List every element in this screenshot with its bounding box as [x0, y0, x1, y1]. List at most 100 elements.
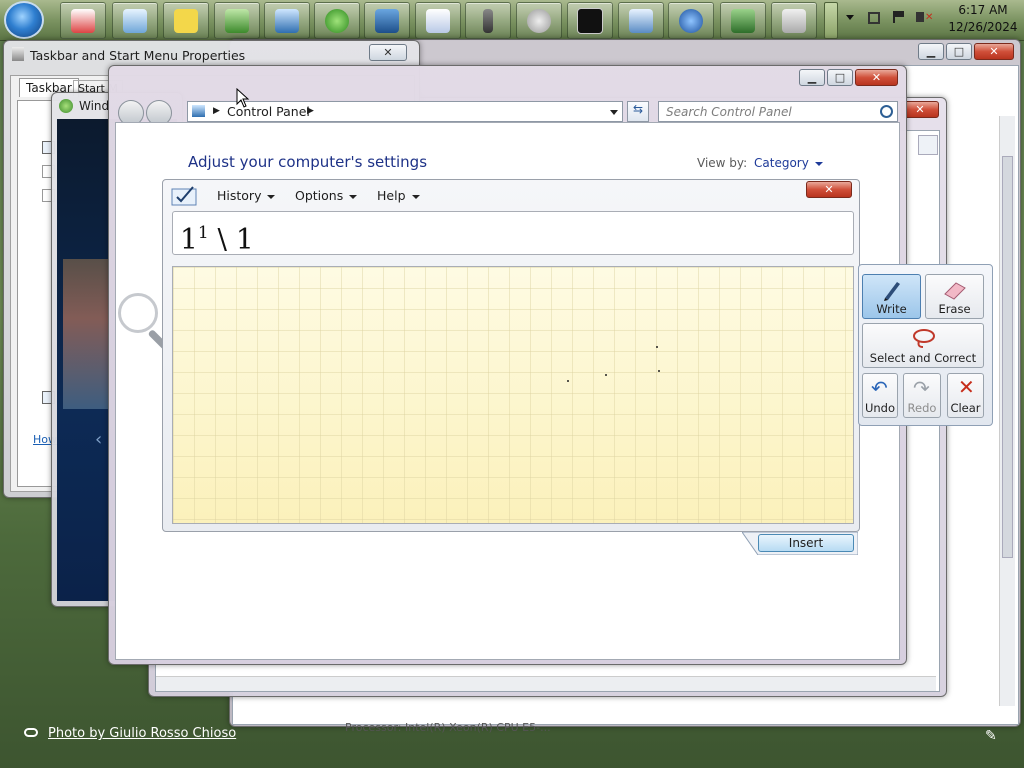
ink-stroke: [656, 346, 658, 348]
taskbar-app-help-support[interactable]: [668, 2, 714, 39]
erase-label: Erase: [938, 302, 971, 316]
undo-icon: ↶: [871, 376, 888, 400]
write-label: Write: [876, 302, 907, 316]
clock-date: 12/26/2024: [948, 20, 1018, 34]
network-icon: [225, 8, 249, 33]
refresh-button[interactable]: ⇆: [627, 101, 649, 122]
help-caret-icon: [411, 194, 420, 199]
taskbar-app-computer[interactable]: [364, 2, 410, 39]
taskbar-app-notes[interactable]: [112, 2, 158, 39]
expr-base: 1: [180, 222, 198, 256]
monitor-icon: [731, 8, 755, 33]
options-menu[interactable]: Options: [295, 188, 358, 203]
cp-close-button[interactable]: ✕: [855, 69, 898, 86]
pen-edit-icon[interactable]: ✎: [985, 728, 997, 744]
magnifier-icon[interactable]: [118, 293, 158, 333]
math-expression: 11 \ 1: [180, 215, 254, 257]
system-scroll-thumb[interactable]: [1002, 156, 1013, 558]
taskbar-app-network[interactable]: [214, 2, 260, 39]
page-heading: Adjust your computer's settings: [188, 153, 428, 171]
expr-superscript: 1: [197, 223, 209, 243]
taskbar-properties-app-icon: [12, 47, 24, 61]
notepad-icon: [123, 8, 147, 33]
view-by-dropdown[interactable]: Category: [754, 156, 823, 170]
view-by-label: View by:: [697, 156, 748, 170]
address-bar[interactable]: ▶ Control Panel ▶: [187, 101, 623, 122]
taskbar-app-monitor[interactable]: [720, 2, 766, 39]
search-placeholder: Search Control Panel: [666, 105, 792, 119]
undo-label: Undo: [864, 401, 896, 415]
system-clock[interactable]: 6:17 AM 12/26/2024: [948, 2, 1018, 36]
search-box[interactable]: Search Control Panel: [658, 101, 898, 122]
insert-tab: Insert: [742, 532, 858, 555]
ink-stroke: [567, 380, 569, 382]
taskbar-app-sound[interactable]: [516, 2, 562, 39]
action-center-flag-icon[interactable]: [893, 11, 905, 23]
select-and-correct-button[interactable]: Select and Correct: [862, 323, 984, 368]
refresh-icon: ⇆: [632, 102, 644, 116]
ink-stroke: [658, 370, 660, 372]
options-caret-icon: [349, 194, 358, 199]
options-menu-label: Options: [295, 188, 344, 203]
windows-back-arrow-icon[interactable]: ‹: [95, 429, 102, 450]
writing-area[interactable]: [172, 266, 854, 524]
taskbar-app-help[interactable]: [163, 2, 209, 39]
redo-label: Redo: [907, 401, 937, 415]
breadcrumb-next-arrow-icon[interactable]: ▶: [307, 106, 314, 116]
taskbar-app-chemistry[interactable]: [60, 2, 106, 39]
view-by-dropdown-caret-icon: [814, 161, 823, 166]
taskbar-app-control-panel[interactable]: [264, 2, 310, 39]
taskbar-scroll-control[interactable]: [824, 2, 838, 39]
address-history-dropdown-icon[interactable]: [610, 110, 618, 115]
clock-time: 6:17 AM: [958, 3, 1008, 17]
flask-icon: [71, 8, 95, 33]
back-horizontal-scrollbar[interactable]: [156, 676, 936, 691]
command-prompt-icon: [577, 7, 603, 34]
server-icon: [782, 8, 806, 33]
taskbar-app-server[interactable]: [771, 2, 817, 39]
math-input-app-icon: [171, 183, 199, 207]
taskbar-app-wordpad[interactable]: [415, 2, 461, 39]
taskbar-app-sync[interactable]: [314, 2, 360, 39]
math-input-panel: History Options Help ✕ 11 \ 1: [162, 179, 860, 532]
write-button[interactable]: Write: [862, 274, 921, 319]
erase-button[interactable]: Erase: [925, 274, 984, 319]
volume-muted-icon[interactable]: [916, 12, 924, 22]
math-input-close-button[interactable]: ✕: [806, 181, 852, 198]
insert-button[interactable]: Insert: [758, 534, 854, 552]
taskbar-properties-close-button[interactable]: ✕: [369, 44, 407, 61]
history-caret-icon: [267, 194, 276, 199]
undo-button[interactable]: ↶ Undo: [862, 373, 898, 418]
system-maximize-button[interactable]: □: [946, 43, 972, 60]
eraser-icon: [944, 282, 966, 300]
network-tray-icon[interactable]: [868, 12, 880, 24]
start-button[interactable]: [4, 1, 44, 39]
system-close-button[interactable]: ✕: [974, 43, 1014, 60]
cp-minimize-button[interactable]: ▁: [799, 69, 825, 86]
math-tool-panel: Write Erase Select and Correct ↶ Undo ↷ …: [858, 264, 993, 426]
photo-credit-link[interactable]: Photo by Giulio Rosso Chioso: [48, 726, 236, 741]
system-minimize-button[interactable]: ▁: [918, 43, 944, 60]
computer-icon: [375, 8, 399, 33]
wordpad-icon: [426, 8, 450, 33]
show-hidden-icons-chevron-icon[interactable]: [846, 15, 854, 20]
help-menu[interactable]: Help: [377, 188, 420, 203]
back-search-icon[interactable]: [918, 135, 938, 155]
breadcrumb-arrow-icon[interactable]: ▶: [213, 106, 220, 116]
taskbar-app-microphone[interactable]: [465, 2, 511, 39]
taskbar-properties-title: Taskbar and Start Menu Properties: [30, 48, 246, 63]
taskbar-app-tablet[interactable]: [618, 2, 664, 39]
system-processor-text: Processor: Intel(R) Xeon(R) CPU E5-...: [345, 721, 551, 734]
system-scrollbar[interactable]: [999, 116, 1015, 706]
redo-button[interactable]: ↷ Redo: [903, 373, 941, 418]
search-icon[interactable]: [880, 105, 893, 118]
clear-label: Clear: [950, 401, 981, 415]
cp-maximize-button[interactable]: □: [827, 69, 853, 86]
clear-button[interactable]: ✕ Clear: [947, 373, 984, 418]
taskbar-app-cmd[interactable]: [567, 2, 613, 39]
tablet-icon: [629, 8, 653, 33]
history-menu[interactable]: History: [217, 188, 276, 203]
sync-icon: [325, 8, 349, 33]
select-and-correct-label: Select and Correct: [869, 351, 977, 365]
view-by-value: Category: [754, 156, 809, 170]
